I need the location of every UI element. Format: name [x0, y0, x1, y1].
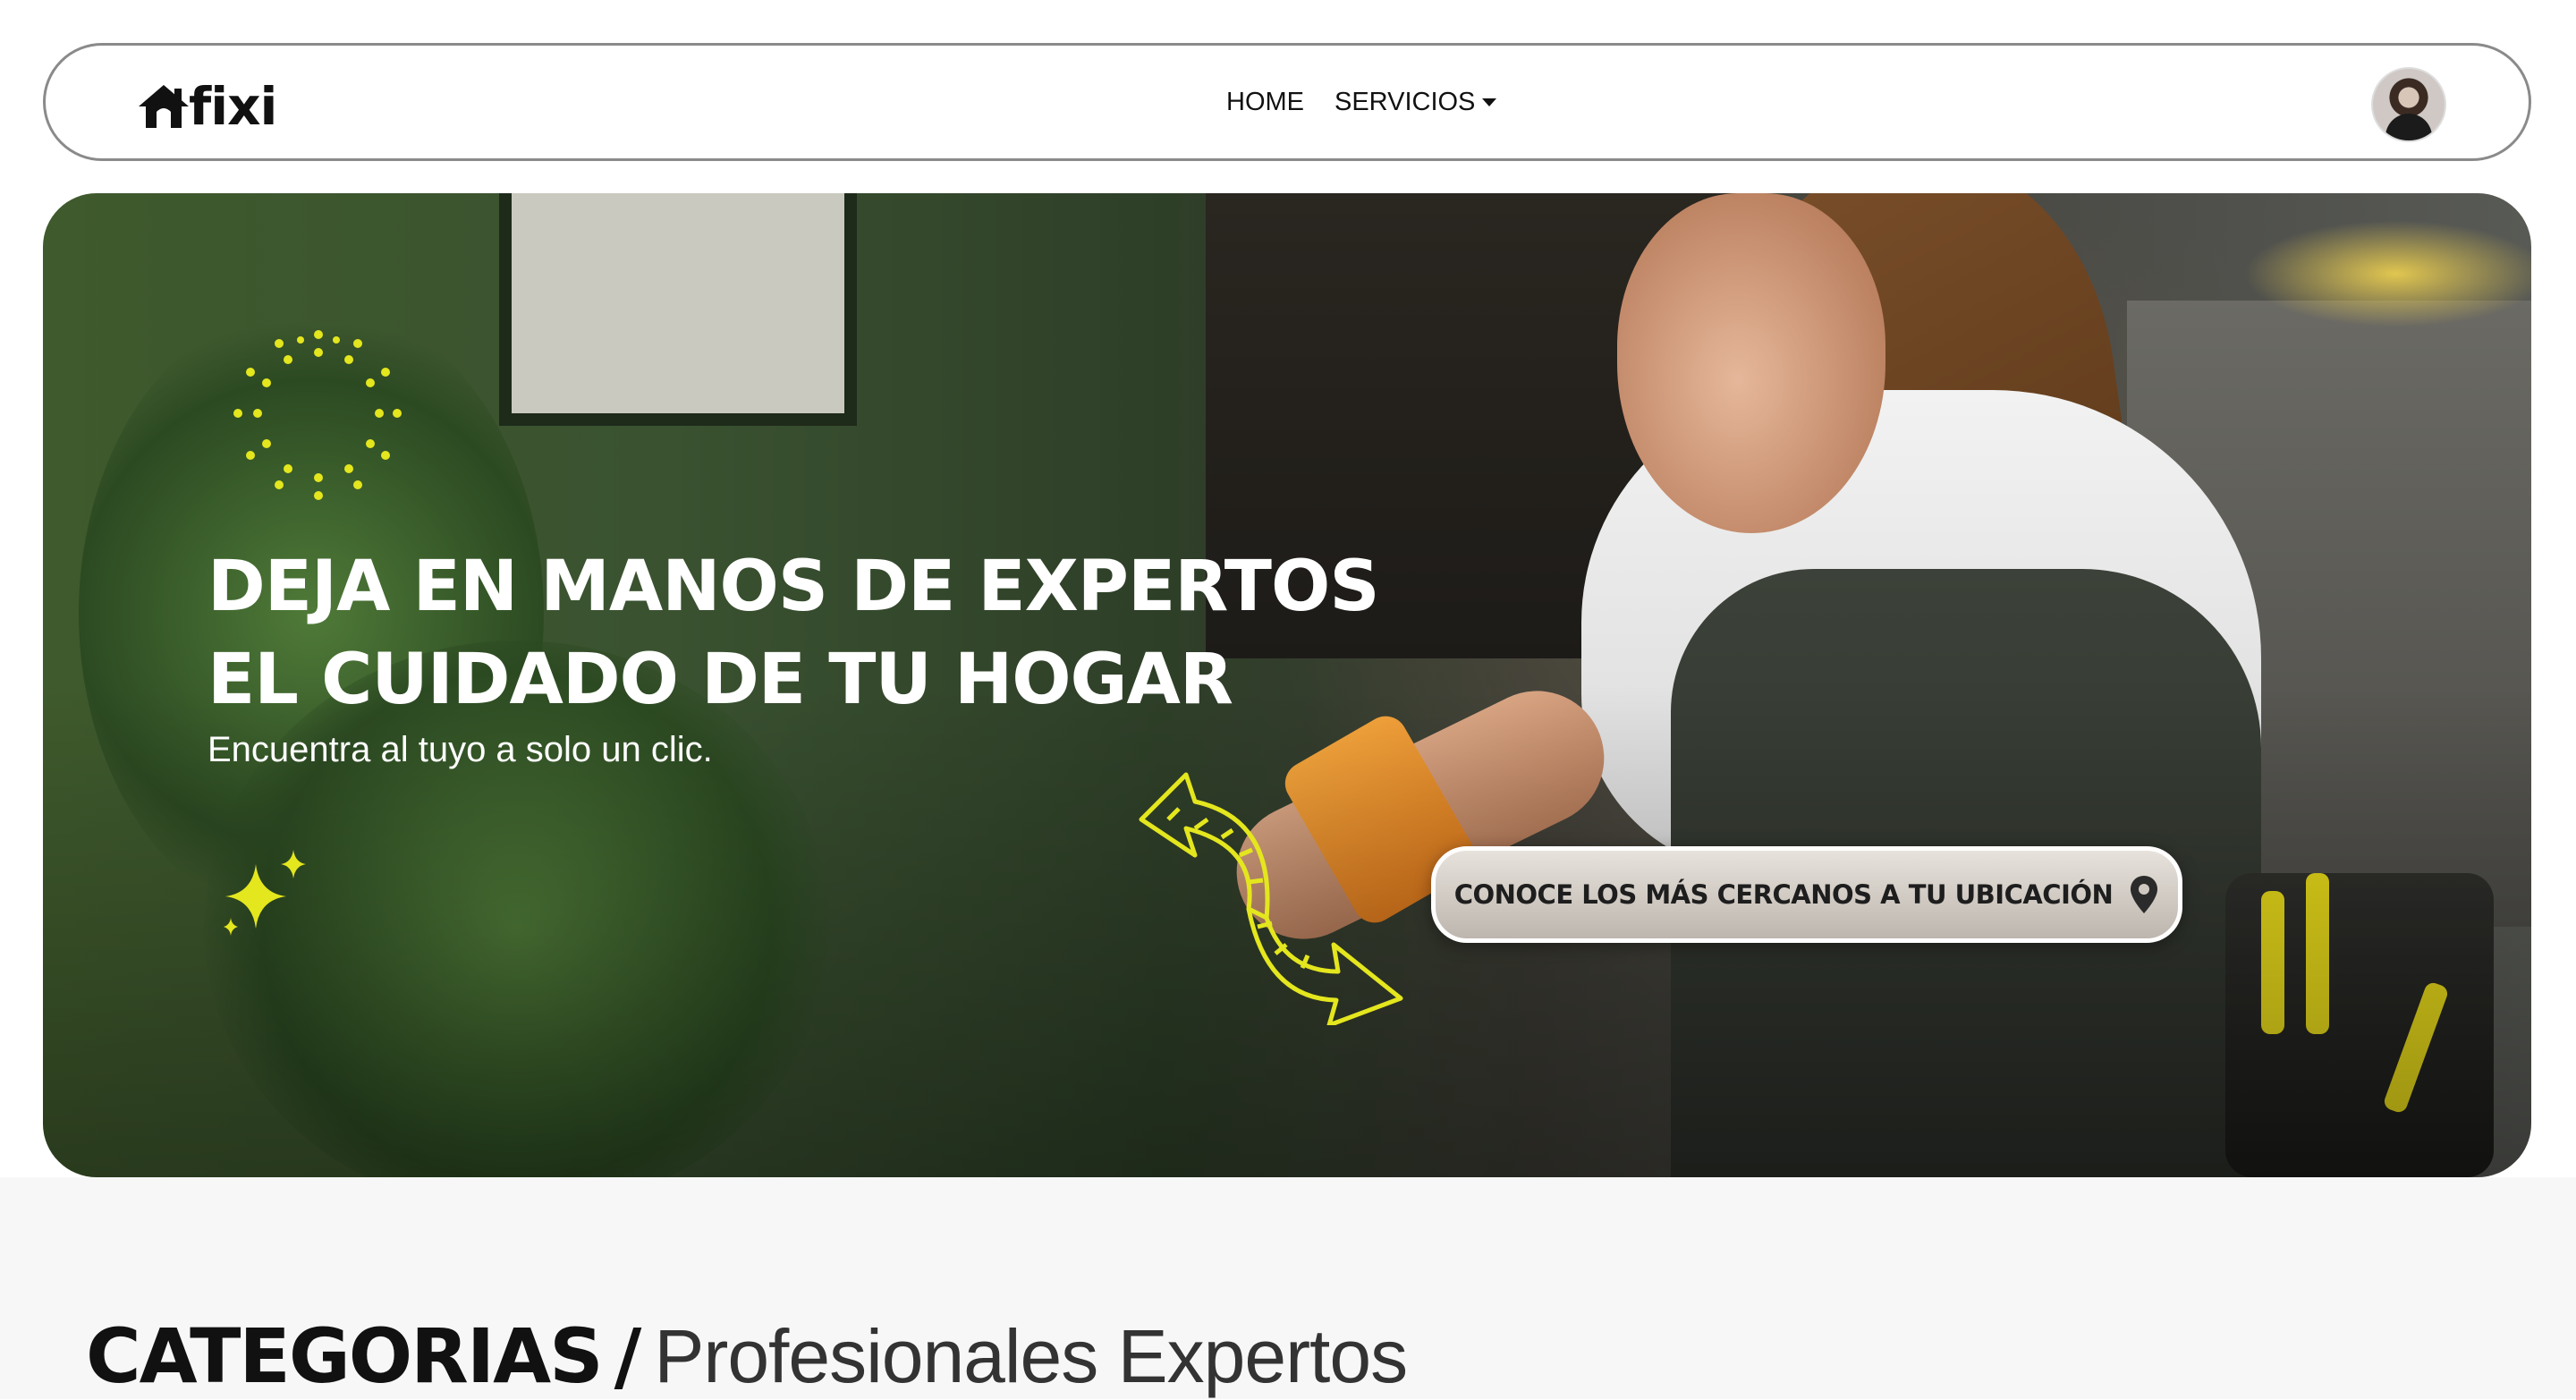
hero-title-line1: DEJA EN MANOS DE EXPERTOS — [208, 547, 1379, 627]
nav-servicios-dropdown[interactable]: SERVICIOS — [1335, 87, 1497, 117]
logo[interactable]: fixi — [135, 76, 277, 137]
map-pin-icon — [2131, 876, 2158, 913]
hero-subtitle: Encuentra al tuyo a solo un clic. — [208, 730, 713, 769]
categories-title-separator: / — [614, 1312, 642, 1400]
burst-icon — [233, 330, 402, 500]
sparkle-icon — [224, 850, 306, 936]
nav-links: HOME SERVICIOS — [1226, 46, 1497, 158]
nearby-experts-label: CONOCE LOS MÁS CERCANOS A TU UBICACIÓN — [1453, 879, 2114, 910]
nav-home-link[interactable]: HOME — [1226, 88, 1304, 117]
logo-text: fixi — [189, 76, 277, 137]
categories-title-strong: CATEGORIAS — [86, 1312, 604, 1400]
categories-section: CATEGORIAS / Profesionales Expertos — [0, 1177, 2576, 1399]
nav-servicios-label: SERVICIOS — [1335, 87, 1476, 116]
chevron-down-icon — [1482, 98, 1497, 106]
navbar: fixi HOME SERVICIOS — [43, 43, 2531, 161]
avatar-figure — [2385, 114, 2432, 140]
nearby-experts-button[interactable]: CONOCE LOS MÁS CERCANOS A TU UBICACIÓN — [1431, 846, 2182, 943]
user-avatar[interactable] — [2371, 67, 2446, 142]
categories-heading: CATEGORIAS / Profesionales Expertos — [86, 1319, 1408, 1394]
categories-title-light: Profesionales Expertos — [654, 1314, 1408, 1398]
hero-banner: DEJA EN MANOS DE EXPERTOS EL CUIDADO DE … — [43, 193, 2531, 1177]
house-logo-icon — [139, 85, 189, 128]
hero-title-line2: EL CUIDADO DE TU HOGAR — [208, 640, 1233, 720]
arrow-icon — [1139, 772, 1403, 1025]
hero-title: DEJA EN MANOS DE EXPERTOS EL CUIDADO DE … — [208, 540, 1379, 726]
